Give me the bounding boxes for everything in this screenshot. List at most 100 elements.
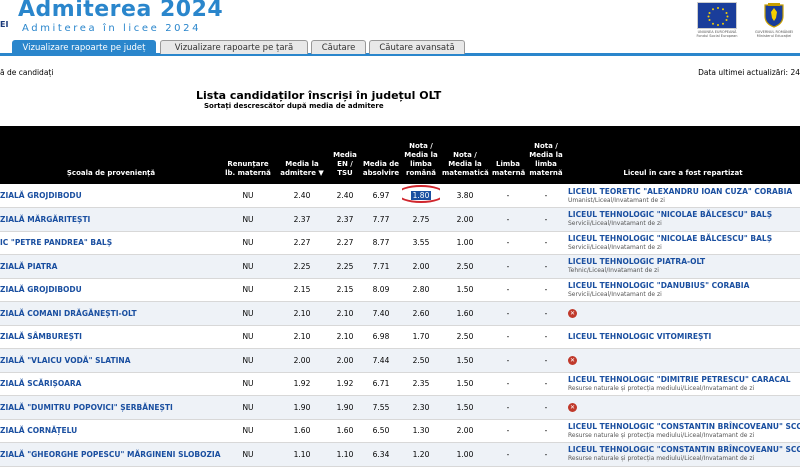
- cell-school[interactable]: ZIALĂ CORNĂȚELU: [0, 419, 222, 443]
- liceu-link[interactable]: LICEUL TEHNOLOGIC "NICOLAE BĂLCESCU" BAL…: [568, 210, 800, 219]
- cell-school[interactable]: ZIALĂ "VLAICU VODĂ" SLATINA: [0, 349, 222, 373]
- candidates-count-label: ă de candidați: [0, 68, 54, 77]
- liceu-link[interactable]: LICEUL TEHNOLOGIC "NICOLAE BĂLCESCU" BAL…: [568, 234, 800, 243]
- cell-school[interactable]: ZIALĂ PIATRA: [0, 255, 222, 279]
- cell-liceu[interactable]: LICEUL TEHNOLOGIC "NICOLAE BĂLCESCU" BAL…: [566, 231, 800, 255]
- cell-school[interactable]: ZIALĂ GROJDIBODU: [0, 278, 222, 302]
- liceu-specialization: Servicii/Liceal/Invatamant de zi: [568, 243, 662, 251]
- table-row[interactable]: ZIALĂ "VLAICU VODĂ" SLATINA NU 2.00 2.00 7.4…: [0, 348, 800, 373]
- liceu-specialization: Servicii/Liceal/Invatamant de zi: [568, 290, 662, 298]
- cell-school[interactable]: ZIALĂ GROJDIBODU: [0, 184, 222, 208]
- cell-en: 2.00: [336, 355, 354, 365]
- cell-ro: 2.60: [412, 308, 430, 318]
- cell-school[interactable]: ZIALĂ "GHEORGHE POPESCU" MĂRGINENI SLOBO…: [0, 443, 222, 467]
- cell-en: 1.60: [336, 426, 354, 436]
- page-header: EI Admiterea 2024 Admiterea în licee 202…: [0, 0, 800, 38]
- col-renuntare[interactable]: Renunțare lb. maternă: [222, 126, 274, 184]
- cell-liceu[interactable]: LICEUL TEHNOLOGIC "NICOLAE BĂLCESCU" BAL…: [566, 208, 800, 232]
- table-row[interactable]: ZIALĂ PIATRA NU 2.25 2.25 7.71 2.00 2.50 - - LICE…: [0, 254, 800, 279]
- cell-liceu[interactable]: LICEUL TEHNOLOGIC "CONSTANTIN BRÎNCOVEAN…: [566, 443, 800, 467]
- cell-ro: 2.75: [412, 214, 430, 224]
- cell-lm: -: [506, 261, 510, 271]
- col-liceu[interactable]: Liceul în care a fost repartizat: [566, 126, 800, 184]
- table-row[interactable]: ZIALĂ GROJDIBODU NU 2.40 2.40 6.97 1.80 3.80 - -…: [0, 184, 800, 208]
- cell-nlm: -: [544, 308, 548, 318]
- cell-mat: 1.50: [456, 355, 474, 365]
- col-limba-materna[interactable]: Limba maternă: [490, 126, 526, 184]
- table-row[interactable]: ZIALĂ MĂRGĂRITEȘTI NU 2.37 2.37 7.77 2.75 2.00…: [0, 207, 800, 232]
- liceu-link[interactable]: LICEUL TEHNOLOGIC "DIMITRIE PETRESCU" CA…: [568, 375, 800, 384]
- cell-adm: 2.15: [293, 285, 311, 295]
- cell-adm: 2.10: [293, 308, 311, 318]
- report-tabs: Vizualizare rapoarte pe județ Vizualizar…: [0, 40, 800, 56]
- liceu-link[interactable]: LICEUL TEHNOLOGIC PIATRA-OLT: [568, 257, 800, 266]
- liceu-link[interactable]: LICEUL TEHNOLOGIC "DANUBIUS" CORABIA: [568, 281, 800, 290]
- cell-mat: 1.50: [456, 285, 474, 295]
- cell-liceu[interactable]: ✕: [566, 349, 800, 373]
- cell-school[interactable]: ZIALĂ COMANI DRĂGĂNEȘTI-OLT: [0, 302, 222, 326]
- cell-lm: -: [506, 308, 510, 318]
- cell-ren: NU: [242, 308, 254, 318]
- cell-liceu[interactable]: LICEUL TEHNOLOGIC VITOMIREȘTI: [566, 325, 800, 349]
- table-row[interactable]: ZIALĂ "GHEORGHE POPESCU" MĂRGINENI SLOBO…: [0, 442, 800, 467]
- liceu-link[interactable]: LICEUL TEORETIC "ALEXANDRU IOAN CUZA" CO…: [568, 187, 800, 196]
- cell-school[interactable]: ZIALĂ SÂMBUREȘTI: [0, 325, 222, 349]
- cell-school[interactable]: ZIALĂ MĂRGĂRITEȘTI: [0, 208, 222, 232]
- table-row[interactable]: ZIALĂ GROJDIBODU NU 2.15 2.15 8.09 2.80 1.50 - -…: [0, 278, 800, 302]
- cell-liceu[interactable]: LICEUL TEHNOLOGIC "CONSTANTIN BRÎNCOVEAN…: [566, 419, 800, 443]
- table-row[interactable]: ZIALĂ SÂMBUREȘTI NU 2.10 2.10 6.98 1.70 2.50 - -…: [0, 325, 800, 349]
- table-row[interactable]: ZIALĂ CORNĂȚELU NU 1.60 1.60 6.50 1.30 2.00 - - L…: [0, 419, 800, 443]
- header-prefix: EI: [0, 20, 9, 29]
- cell-ro: 2.35: [412, 379, 430, 389]
- col-school[interactable]: Școala de proveniență: [0, 126, 222, 184]
- romania-coat-of-arms-icon: [762, 2, 786, 28]
- cell-lm: -: [506, 191, 510, 200]
- list-subtitle: Sortați descrescător după media de admit…: [204, 102, 384, 110]
- eu-flag-logo: [697, 2, 737, 29]
- cell-nlm: -: [544, 238, 548, 248]
- tab-country-reports[interactable]: Vizualizare rapoarte pe țară: [160, 40, 308, 54]
- cell-en: 2.37: [336, 214, 354, 224]
- table-row[interactable]: ZIALĂ "DUMITRU POPOVICI" ȘERBĂNEȘTI NU 1.9…: [0, 395, 800, 420]
- cell-school[interactable]: ZIALĂ "DUMITRU POPOVICI" ȘERBĂNEȘTI: [0, 396, 222, 420]
- cell-ro: 2.00: [412, 261, 430, 271]
- cell-liceu[interactable]: LICEUL TEHNOLOGIC "DANUBIUS" CORABIA Serv…: [566, 278, 800, 302]
- cell-ro: 2.80: [412, 285, 430, 295]
- col-nota-limba-materna[interactable]: Nota / Media la limba maternă: [526, 126, 566, 184]
- cell-school[interactable]: IC "PETRE PANDREA" BALȘ: [0, 231, 222, 255]
- col-media-admitere[interactable]: Media la admitere ▼: [274, 126, 330, 184]
- cell-liceu[interactable]: LICEUL TEHNOLOGIC PIATRA-OLT Tehnic/Licea…: [566, 255, 800, 279]
- site-title[interactable]: Admiterea 2024: [18, 0, 223, 22]
- col-media-en[interactable]: Media EN / TSU: [330, 126, 360, 184]
- table-row[interactable]: IC "PETRE PANDREA" BALȘ NU 2.27 2.27 8.77 3.5…: [0, 231, 800, 255]
- cell-ren: NU: [242, 238, 254, 248]
- cell-school[interactable]: ZIALĂ SCĂRIȘOARA: [0, 372, 222, 396]
- not-assigned-icon: ✕: [568, 356, 577, 366]
- liceu-link[interactable]: LICEUL TEHNOLOGIC "CONSTANTIN BRÎNCOVEAN…: [568, 422, 800, 431]
- col-media-absolvire[interactable]: Media de absolvire: [360, 126, 402, 184]
- cell-lm: -: [506, 379, 510, 389]
- cell-abs: 6.98: [372, 332, 390, 342]
- table-row[interactable]: ZIALĂ SCĂRIȘOARA NU 1.92 1.92 6.71 2.35 1.50 - -…: [0, 372, 800, 396]
- cell-ro: 3.55: [412, 238, 430, 248]
- cell-liceu[interactable]: LICEUL TEHNOLOGIC "DIMITRIE PETRESCU" CA…: [566, 372, 800, 396]
- cell-abs: 7.71: [372, 261, 390, 271]
- table-row[interactable]: ZIALĂ COMANI DRĂGĂNEȘTI-OLT NU 2.10 2.10 7.4…: [0, 301, 800, 326]
- tab-advanced-search[interactable]: Căutare avansată: [369, 40, 465, 54]
- cell-abs: 7.40: [372, 308, 390, 318]
- col-nota-romana[interactable]: Nota / Media la limba română: [402, 126, 440, 184]
- liceu-specialization: Resurse naturale și protecția mediului/L…: [568, 384, 755, 392]
- cell-ro: 1.80: [402, 184, 440, 208]
- tab-county-reports[interactable]: Vizualizare rapoarte pe județ: [12, 40, 156, 54]
- cell-adm: 2.25: [293, 261, 311, 271]
- not-assigned-icon: ✕: [568, 403, 577, 413]
- cell-abs: 6.97: [372, 191, 390, 200]
- cell-liceu[interactable]: LICEUL TEORETIC "ALEXANDRU IOAN CUZA" CO…: [566, 184, 800, 208]
- cell-liceu[interactable]: ✕: [566, 302, 800, 326]
- cell-liceu[interactable]: ✕: [566, 396, 800, 420]
- cell-adm: 2.27: [293, 238, 311, 248]
- cell-nlm: -: [544, 261, 548, 271]
- col-nota-matematica[interactable]: Nota / Media la matematică: [440, 126, 490, 184]
- liceu-link[interactable]: LICEUL TEHNOLOGIC VITOMIREȘTI: [568, 332, 800, 341]
- tab-search[interactable]: Căutare: [311, 40, 366, 54]
